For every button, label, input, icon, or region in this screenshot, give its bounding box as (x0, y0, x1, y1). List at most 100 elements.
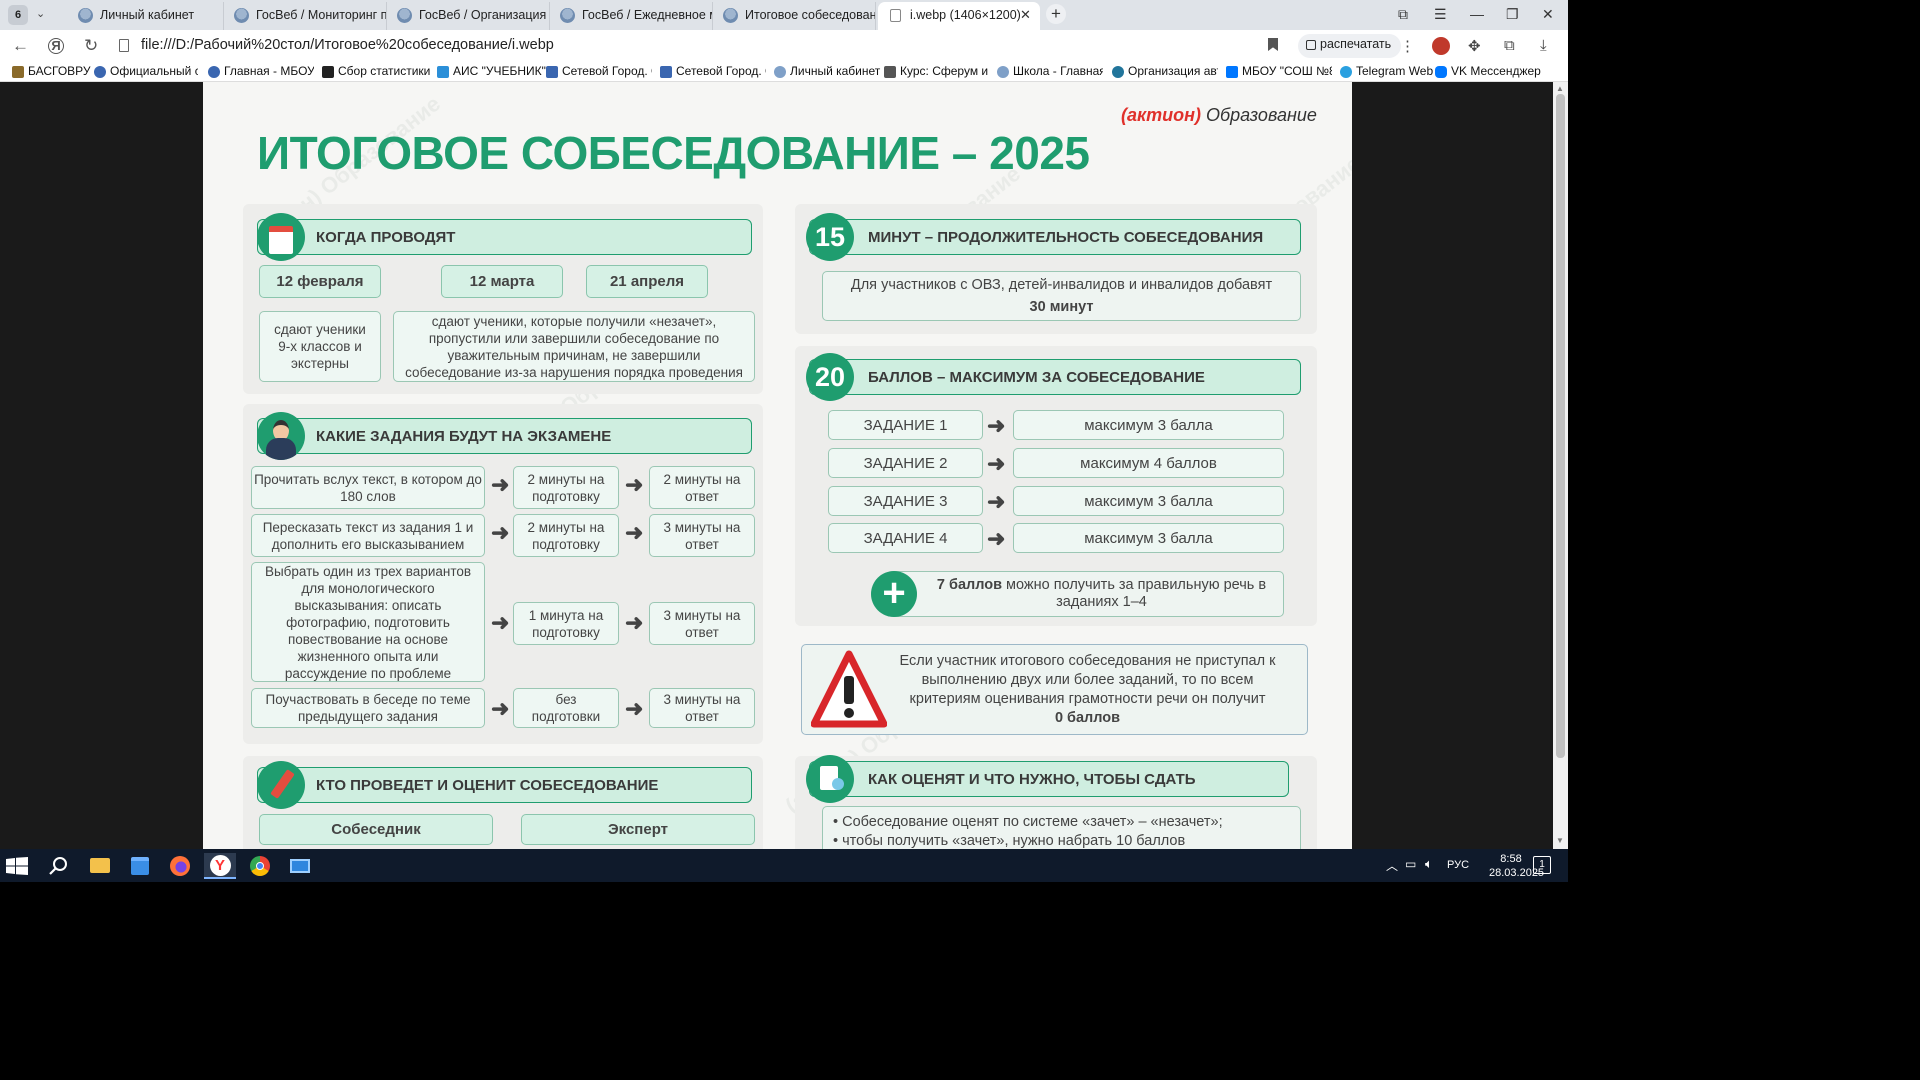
arrow-right-icon: ➜ (987, 451, 1006, 476)
windows-start-icon[interactable] (6, 857, 28, 875)
task-3-text: Выбрать один из трех вариантов для монол… (251, 562, 485, 682)
tab-title: Итоговое собеседовани (745, 8, 876, 22)
tab-list-chevron-icon[interactable]: ⌄ (36, 7, 45, 20)
clock[interactable]: 8:58 28.03.2025 (1489, 852, 1544, 880)
coat-of-arms-icon (397, 8, 412, 23)
brand-logo: (актион) Образование (1121, 105, 1317, 126)
score-task-1: ЗАДАНИЕ 1 (828, 410, 983, 440)
extensions-icon[interactable]: ✥ (1468, 37, 1481, 55)
minimize-icon[interactable]: — (1470, 6, 1484, 22)
tab-count-button[interactable]: 6 (8, 5, 28, 25)
network-icon[interactable]: ▭ (1405, 857, 1416, 871)
tab-lk[interactable]: Личный кабинет (68, 2, 224, 30)
tab-final-interview[interactable]: Итоговое собеседовани (713, 2, 876, 30)
printer-icon (1306, 40, 1316, 50)
bookmark-item[interactable]: МБОУ "СОШ №87 (1226, 64, 1332, 78)
download-icon[interactable]: ⤓ (1540, 37, 1547, 54)
tab-title: Личный кабинет (100, 8, 195, 22)
bookmark-item[interactable]: Главная - МБОУ " (208, 64, 314, 78)
bookmark-item[interactable]: Сбор статистики (322, 64, 430, 78)
bookmark-item[interactable]: Курс: Сферум и Б (884, 64, 990, 78)
bookmark-item[interactable]: Сетевой Город. О (660, 64, 766, 78)
date-mar: 12 марта (441, 265, 563, 298)
tab-title: ГосВеб / Мониторинг пит (256, 8, 387, 22)
arrow-right-icon: ➜ (987, 413, 1006, 438)
file-explorer-icon[interactable] (84, 853, 116, 879)
tab-gosweb-monitoring[interactable]: ГосВеб / Мониторинг пит (224, 2, 387, 30)
language-indicator[interactable]: РУС (1447, 859, 1469, 871)
bookmark-item[interactable]: БАСГОВРУ (12, 64, 91, 78)
scrollbar-thumb[interactable] (1556, 94, 1565, 758)
reload-icon[interactable]: ↻ (84, 36, 98, 56)
brand-name: (актион) (1121, 105, 1201, 125)
chrome-icon[interactable] (244, 853, 276, 879)
yandex-browser-icon[interactable]: Y (204, 853, 236, 879)
bullet-text: Собеседование оценят по системе «зачет» … (842, 814, 1223, 830)
bookmark-label: Официальный са (110, 64, 198, 78)
tray-chevron-icon[interactable]: ︿ (1386, 857, 1398, 874)
close-window-icon[interactable]: ✕ (1542, 6, 1554, 23)
menu-icon[interactable]: ☰ (1434, 6, 1447, 23)
bookmark-item[interactable]: VK Мессенджер (1435, 64, 1541, 78)
arrow-right-icon: ➜ (491, 520, 510, 545)
new-tab-button[interactable]: + (1046, 4, 1066, 24)
score-max-3: максимум 3 балла (1013, 486, 1284, 516)
scroll-down-arrow-icon[interactable]: ▼ (1556, 836, 1564, 845)
back-arrow-icon[interactable]: ← (12, 36, 29, 56)
bonus-points: 7 баллов (936, 577, 1003, 593)
score-number: 20 (806, 353, 854, 401)
coat-of-arms-icon (234, 8, 249, 23)
task-3-prep: 1 минута на подготовку (513, 602, 619, 645)
bookmark-item[interactable]: АИС "УЧЕБНИК" (437, 64, 546, 78)
store-icon[interactable] (124, 853, 156, 879)
bookmark-item[interactable]: Школа - Главная (997, 64, 1103, 78)
more-options-icon[interactable]: ⋮ (1400, 37, 1415, 55)
bookmark-label: Личный кабинет (790, 64, 881, 78)
student-icon (257, 412, 305, 460)
bookmark-icon[interactable] (1268, 38, 1278, 51)
tab-manager-icon[interactable]: ⧉ (1398, 6, 1408, 23)
close-tab-icon[interactable]: ✕ (1020, 7, 1031, 23)
restore-icon[interactable]: ❐ (1506, 6, 1519, 23)
profile-avatar[interactable] (1432, 37, 1450, 55)
bookmarks-bar: БАСГОВРУ Официальный са Главная - МБОУ "… (0, 62, 1568, 82)
bookmark-label: Сетевой Город. О (562, 64, 652, 78)
warning-triangle-icon (811, 650, 887, 728)
notifications-icon[interactable]: 1 (1533, 856, 1551, 874)
grading-header: КАК ОЦЕНЯТ И ЧТО НУЖНО, ЧТОБЫ СДАТЬ (809, 761, 1289, 797)
warning-text: Если участник итогового собеседования не… (899, 652, 1276, 707)
collections-icon[interactable]: ⧉ (1504, 37, 1515, 54)
tab-gosweb-organization[interactable]: ГосВеб / Организация пи (387, 2, 550, 30)
control-panel-icon[interactable] (284, 853, 316, 879)
bookmark-item[interactable]: Telegram Web (1340, 64, 1433, 78)
bookmark-item[interactable]: Организация авт (1112, 64, 1218, 78)
bookmark-favicon-icon (12, 66, 24, 78)
vertical-scrollbar[interactable]: ▲ ▼ (1553, 82, 1568, 849)
bookmark-favicon-icon (437, 66, 449, 78)
scroll-up-arrow-icon[interactable]: ▲ (1556, 84, 1564, 93)
bookmark-label: Курс: Сферум и Б (900, 64, 990, 78)
arrow-right-icon: ➜ (491, 696, 510, 721)
coat-of-arms-icon (78, 8, 93, 23)
bookmark-favicon-icon (208, 66, 220, 78)
tab-gosweb-daily[interactable]: ГосВеб / Ежедневное мен (550, 2, 713, 30)
print-button[interactable]: распечатать (1298, 34, 1402, 58)
search-icon[interactable] (48, 856, 70, 876)
arrow-right-icon: ➜ (625, 472, 644, 497)
file-icon (890, 9, 901, 22)
print-label: распечатать (1320, 37, 1392, 51)
bookmark-item[interactable]: Личный кабинет (774, 64, 880, 78)
bullet-text: чтобы получить «зачет», нужно набрать 10… (842, 833, 1186, 849)
volume-icon[interactable]: 🔈︎ (1425, 856, 1433, 872)
bookmark-label: АИС "УЧЕБНИК" (453, 64, 546, 78)
bookmark-favicon-icon (774, 66, 786, 78)
tab-image-active[interactable]: i.webp (1406×1200) (878, 2, 1040, 30)
bookmark-label: Главная - МБОУ " (224, 64, 314, 78)
yandex-logo-icon[interactable]: Я (48, 38, 64, 54)
url-field[interactable]: file:///D:/Рабочий%20стол/Итоговое%20соб… (141, 37, 554, 53)
bookmark-item[interactable]: Официальный са (94, 64, 198, 78)
document-icon (806, 755, 854, 803)
firefox-icon[interactable] (164, 853, 196, 879)
windows-taskbar: Y ︿ ▭ 🔈︎ РУС 8:58 28.03.2025 1 (0, 849, 1568, 882)
bookmark-item[interactable]: Сетевой Город. О (546, 64, 652, 78)
